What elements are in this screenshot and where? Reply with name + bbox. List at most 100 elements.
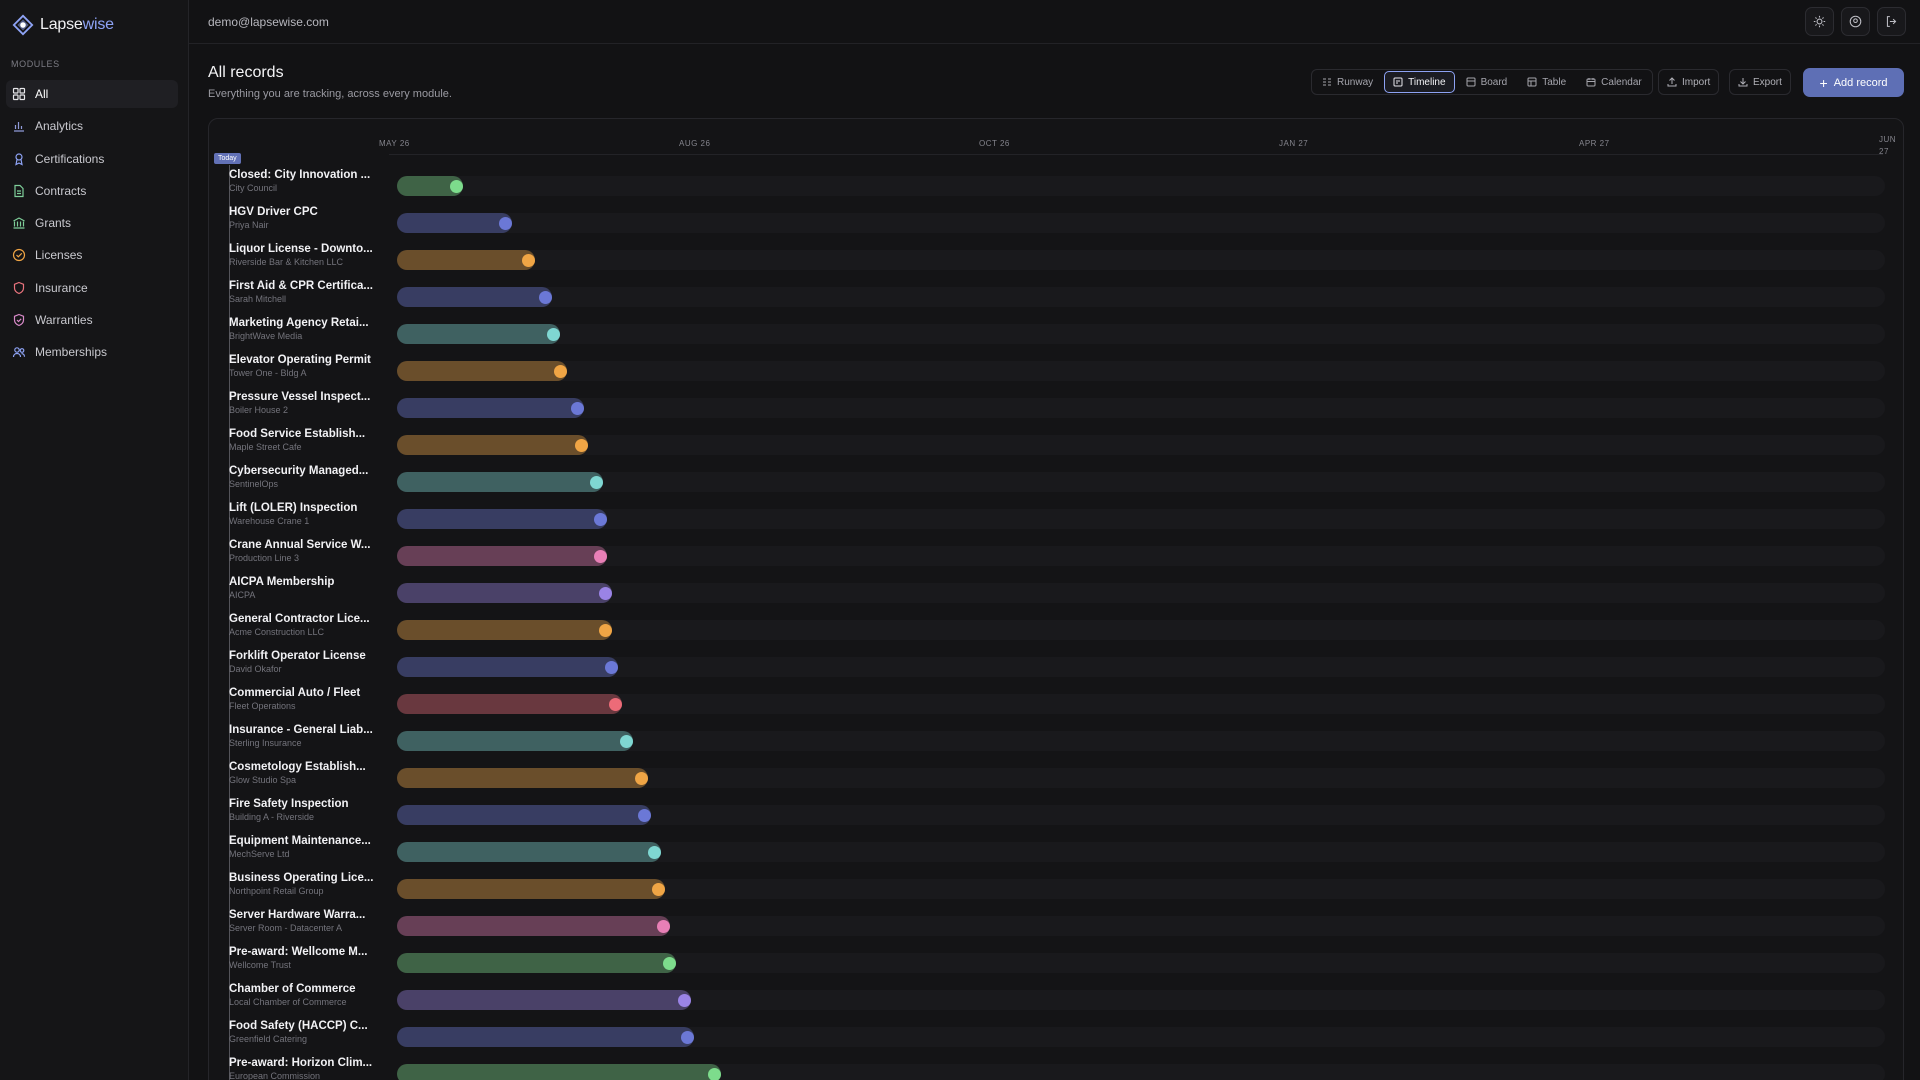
timeline-bar[interactable] [397, 287, 552, 307]
sidebar-item-licenses[interactable]: Licenses [6, 241, 178, 269]
timeline-row[interactable]: AICPA Membership AICPA [209, 573, 1903, 610]
timeline-bar[interactable] [397, 472, 603, 492]
expiry-marker[interactable] [571, 402, 584, 415]
timeline-row[interactable]: Closed: City Innovation ... City Council [209, 166, 1903, 203]
expiry-marker[interactable] [594, 550, 607, 563]
view-timeline-button[interactable]: Timeline [1384, 71, 1455, 93]
timeline-row[interactable]: Food Service Establish... Maple Street Ca… [209, 425, 1903, 462]
account-button[interactable] [1841, 7, 1870, 36]
expiry-marker[interactable] [652, 883, 665, 896]
timeline-bar[interactable] [397, 250, 535, 270]
view-calendar-button[interactable]: Calendar [1577, 71, 1651, 93]
expiry-marker[interactable] [620, 735, 633, 748]
expiry-marker[interactable] [590, 476, 603, 489]
expiry-marker[interactable] [547, 328, 560, 341]
expiry-marker[interactable] [499, 217, 512, 230]
expiry-marker[interactable] [554, 365, 567, 378]
theme-toggle-button[interactable] [1805, 7, 1834, 36]
view-switcher: Runway Timeline Board Table Calendar [1311, 69, 1653, 95]
timeline-row[interactable]: Business Operating Lice... Northpoint Ret… [209, 869, 1903, 906]
timeline-row[interactable]: Fire Safety Inspection Building A - River… [209, 795, 1903, 832]
timeline-bar[interactable] [397, 398, 584, 418]
sidebar-item-insurance[interactable]: Insurance [6, 274, 178, 302]
expiry-marker[interactable] [635, 772, 648, 785]
sidebar-item-warranties[interactable]: Warranties [6, 306, 178, 334]
add-record-button[interactable]: + Add record [1803, 68, 1904, 97]
timeline-bar[interactable] [397, 620, 612, 640]
timeline-row[interactable]: Liquor License - Downto... Riverside Bar … [209, 240, 1903, 277]
timeline-row[interactable]: Equipment Maintenance... MechServe Ltd [209, 832, 1903, 869]
timeline-row[interactable]: First Aid & CPR Certifica... Sarah Mitche… [209, 277, 1903, 314]
timeline-row[interactable]: Commercial Auto / Fleet Fleet Operations [209, 684, 1903, 721]
sidebar-item-certifications[interactable]: Certifications [6, 145, 178, 173]
record-owner: Sterling Insurance [229, 738, 302, 748]
logout-button[interactable] [1877, 7, 1906, 36]
timeline-bar[interactable] [397, 435, 588, 455]
import-button[interactable]: Import [1658, 69, 1720, 95]
record-name: Marketing Agency Retai... [229, 317, 369, 329]
timeline-row[interactable]: Elevator Operating Permit Tower One - Bld… [209, 351, 1903, 388]
timeline-bar[interactable] [397, 361, 567, 381]
expiry-marker[interactable] [678, 994, 691, 1007]
timeline-row[interactable]: Chamber of Commerce Local Chamber of Comm… [209, 980, 1903, 1017]
timeline-row[interactable]: Cosmetology Establish... Glow Studio Spa [209, 758, 1903, 795]
expiry-marker[interactable] [708, 1068, 721, 1080]
timeline-track [397, 509, 1885, 529]
timeline-bar[interactable] [397, 731, 633, 751]
view-table-button[interactable]: Table [1518, 71, 1575, 93]
expiry-marker[interactable] [522, 254, 535, 267]
expiry-marker[interactable] [599, 587, 612, 600]
expiry-marker[interactable] [681, 1031, 694, 1044]
timeline-row[interactable]: Food Safety (HACCP) C... Greenfield Cater… [209, 1017, 1903, 1054]
timeline-bar[interactable] [397, 916, 670, 936]
expiry-marker[interactable] [638, 809, 651, 822]
sidebar-item-all[interactable]: All [6, 80, 178, 108]
timeline-row[interactable]: Crane Annual Service W... Production Line… [209, 536, 1903, 573]
timeline-row[interactable]: Server Hardware Warra... Server Room - Da… [209, 906, 1903, 943]
sidebar-item-memberships[interactable]: Memberships [6, 338, 178, 366]
view-calendar-label: Calendar [1601, 76, 1642, 88]
timeline-row[interactable]: Cybersecurity Managed... SentinelOps [209, 462, 1903, 499]
timeline-bar[interactable] [397, 694, 622, 714]
timeline-row[interactable]: Lift (LOLER) Inspection Warehouse Crane 1 [209, 499, 1903, 536]
expiry-marker[interactable] [594, 513, 607, 526]
timeline-bar[interactable] [397, 509, 607, 529]
timeline-bar[interactable] [397, 213, 512, 233]
expiry-marker[interactable] [575, 439, 588, 452]
expiry-marker[interactable] [648, 846, 661, 859]
timeline-bar[interactable] [397, 953, 676, 973]
timeline-bar[interactable] [397, 879, 665, 899]
expiry-marker[interactable] [450, 180, 463, 193]
export-button[interactable]: Export [1729, 69, 1791, 95]
expiry-marker[interactable] [657, 920, 670, 933]
timeline-bar[interactable] [397, 1064, 721, 1080]
expiry-marker[interactable] [539, 291, 552, 304]
timeline-bar[interactable] [397, 657, 618, 677]
timeline-bar[interactable] [397, 546, 607, 566]
timeline-bar[interactable] [397, 583, 612, 603]
timeline-row[interactable]: General Contractor Lice... Acme Construct… [209, 610, 1903, 647]
view-runway-button[interactable]: Runway [1313, 71, 1382, 93]
timeline-bar[interactable] [397, 842, 661, 862]
sidebar-item-grants[interactable]: Grants [6, 209, 178, 237]
view-board-button[interactable]: Board [1457, 71, 1517, 93]
timeline-row[interactable]: Marketing Agency Retai... BrightWave Medi… [209, 314, 1903, 351]
timeline-row[interactable]: Insurance - General Liab... Sterling Insu… [209, 721, 1903, 758]
expiry-marker[interactable] [599, 624, 612, 637]
timeline-bar[interactable] [397, 324, 560, 344]
timeline-bar[interactable] [397, 1027, 694, 1047]
expiry-marker[interactable] [605, 661, 618, 674]
timeline-bar[interactable] [397, 768, 648, 788]
timeline-row[interactable]: Pre-award: Wellcome M... Wellcome Trust [209, 943, 1903, 980]
sidebar-item-contracts[interactable]: Contracts [6, 177, 178, 205]
timeline-bar[interactable] [397, 990, 691, 1010]
timeline-row[interactable]: Pressure Vessel Inspect... Boiler House 2 [209, 388, 1903, 425]
expiry-marker[interactable] [609, 698, 622, 711]
timeline-bar[interactable] [397, 805, 651, 825]
sidebar-item-analytics[interactable]: Analytics [6, 112, 178, 140]
timeline-row[interactable]: HGV Driver CPC Priya Nair [209, 203, 1903, 240]
expiry-marker[interactable] [663, 957, 676, 970]
timeline-row[interactable]: Pre-award: Horizon Clim... European Commi… [209, 1054, 1903, 1080]
brand-logo[interactable]: Lapsewise [12, 14, 114, 36]
timeline-row[interactable]: Forklift Operator License David Okafor [209, 647, 1903, 684]
